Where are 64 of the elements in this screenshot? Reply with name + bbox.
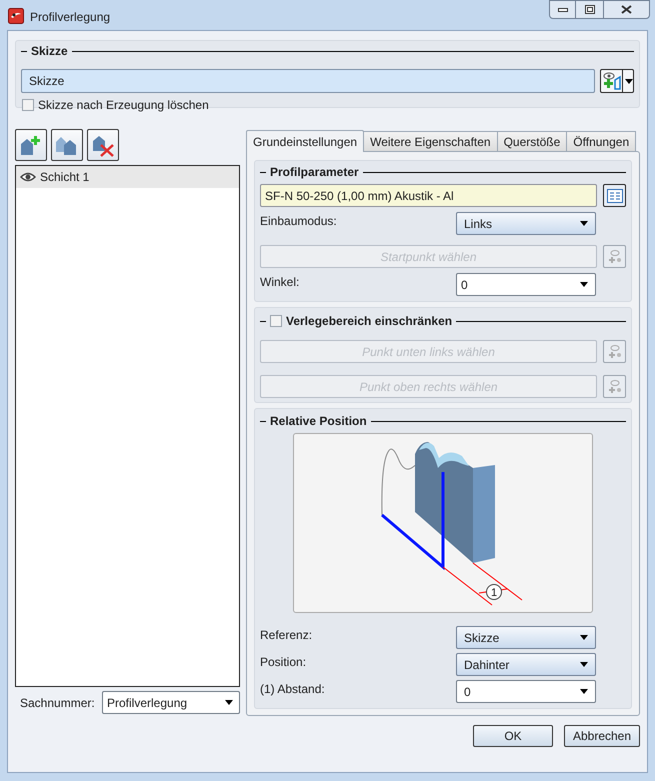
field-label: Winkel: bbox=[260, 274, 300, 291]
caret-icon bbox=[580, 635, 588, 640]
tab[interactable]: Öffnungen bbox=[566, 131, 636, 151]
dropdown-value: Skizze bbox=[464, 630, 500, 646]
eye-icon[interactable] bbox=[20, 172, 36, 182]
field-label: Referenz: bbox=[260, 627, 314, 644]
cancel-button[interactable]: Abbrechen bbox=[564, 725, 640, 747]
tab[interactable]: Grundeinstellungen bbox=[246, 130, 364, 152]
referenz-dropdown[interactable]: Skizze bbox=[456, 626, 596, 649]
checkbox[interactable] bbox=[270, 315, 282, 327]
group-title: Profilparameter bbox=[270, 164, 359, 181]
catalog-icon bbox=[606, 188, 622, 202]
window-title: Profilverlegung bbox=[30, 9, 110, 26]
minimize-button[interactable] bbox=[549, 0, 576, 19]
pick-icon bbox=[608, 250, 622, 264]
dropdown-value: Profilverlegung bbox=[107, 694, 188, 712]
dropdown-value: Links bbox=[464, 216, 494, 232]
group-title: Verlegebereich einschränken bbox=[286, 313, 452, 330]
abstand-dropdown[interactable]: 0 bbox=[456, 680, 596, 703]
winkel-dropdown[interactable]: 0 bbox=[456, 273, 596, 296]
layer-delete-icon bbox=[91, 133, 115, 157]
field-label: Position: bbox=[260, 654, 308, 671]
layer-item[interactable]: Schicht 1 bbox=[16, 166, 239, 188]
caret-icon bbox=[580, 662, 588, 667]
group-title: Skizze bbox=[31, 43, 68, 60]
layers-icon bbox=[55, 134, 79, 156]
field-label: (1) Abstand: bbox=[260, 681, 326, 698]
field-label: Einbaumodus: bbox=[260, 213, 338, 230]
dropdown-value: Dahinter bbox=[464, 656, 510, 674]
ok-button[interactable]: OK bbox=[473, 725, 553, 747]
delete-layer-button[interactable] bbox=[87, 129, 119, 161]
tab[interactable]: Weitere Eigenschaften bbox=[363, 131, 498, 151]
pick-icon bbox=[608, 344, 622, 358]
einbaumodus-dropdown[interactable]: Links bbox=[456, 212, 596, 235]
copy-layer-button[interactable] bbox=[51, 129, 83, 161]
pick-icon bbox=[608, 380, 622, 394]
tab[interactable]: Querstöße bbox=[496, 131, 568, 151]
checkbox[interactable] bbox=[22, 99, 34, 111]
profile-field[interactable]: SF-N 50-250 (1,00 mm) Akustik - Al bbox=[260, 184, 597, 207]
layer-add-icon bbox=[19, 134, 43, 156]
caret-icon bbox=[625, 78, 633, 84]
maximize-button[interactable] bbox=[576, 0, 603, 19]
caret-icon bbox=[580, 221, 588, 226]
catalog-button[interactable] bbox=[603, 184, 626, 207]
sketch-add-icon bbox=[601, 71, 622, 91]
app-icon bbox=[8, 8, 24, 24]
close-button[interactable] bbox=[603, 0, 650, 19]
caret-icon bbox=[580, 282, 588, 287]
maximize-icon bbox=[584, 5, 594, 14]
position-dropdown[interactable]: Dahinter bbox=[456, 653, 596, 676]
callout-badge: 1 bbox=[486, 584, 502, 600]
dropdown-value: 0 bbox=[461, 276, 469, 294]
caret-icon bbox=[225, 700, 233, 705]
minimize-icon bbox=[558, 8, 568, 12]
close-icon bbox=[621, 5, 632, 14]
sketch-field[interactable]: Skizze bbox=[21, 69, 595, 93]
sachnummer-dropdown[interactable]: Profilverlegung bbox=[102, 691, 240, 714]
group-title: Relative Position bbox=[270, 413, 367, 430]
add-layer-button[interactable] bbox=[15, 129, 47, 161]
checkbox-label: Skizze nach Erzeugung löschen bbox=[38, 97, 209, 114]
field-label: Sachnummer: bbox=[20, 694, 96, 712]
sketch-select-button[interactable] bbox=[600, 69, 634, 93]
caret-icon bbox=[580, 689, 588, 694]
dropdown-value: 0 bbox=[464, 684, 472, 700]
